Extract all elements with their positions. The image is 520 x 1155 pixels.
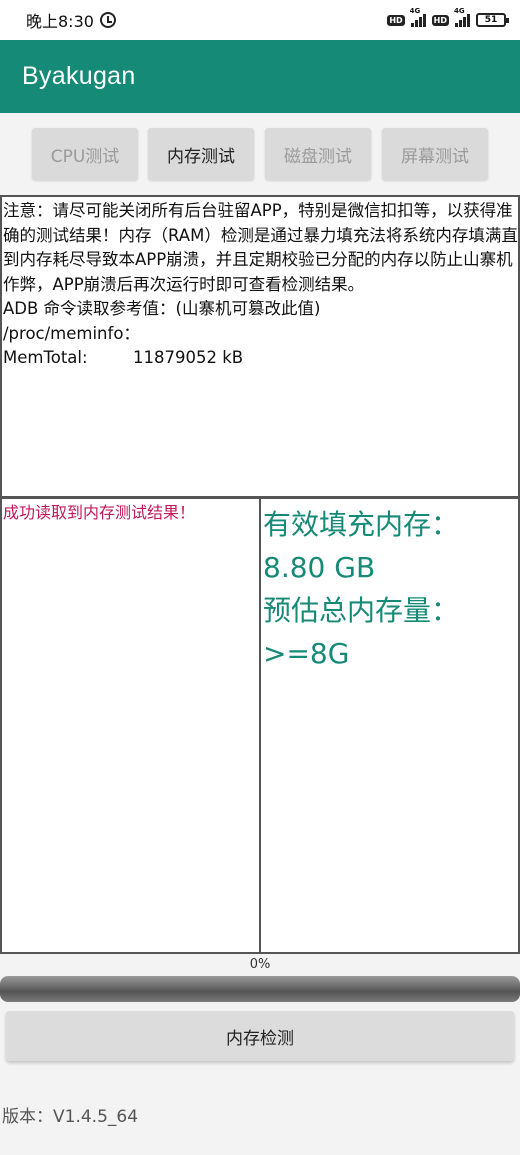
status-icons: HD 4G HD 4G 51 — [387, 7, 509, 27]
mem-total-row: MemTotal: 11879052 kB — [3, 346, 518, 371]
app-title: Byakugan — [22, 62, 136, 90]
mem-total-key: MemTotal: — [3, 348, 88, 367]
fill-memory-label: 有效填充内存： — [263, 508, 460, 541]
memory-detect-button[interactable]: 内存检测 — [6, 1011, 514, 1061]
status-bar: 晚上8:30 HD 4G HD 4G 51 — [0, 0, 520, 40]
test-tabs: CPU测试 内存测试 磁盘测试 屏幕测试 — [0, 128, 520, 180]
tab-disk-test[interactable]: 磁盘测试 — [265, 128, 371, 180]
app-bar: Byakugan — [0, 40, 520, 113]
network-type-2: 4G — [454, 7, 465, 15]
meminfo-path: /proc/meminfo： — [3, 323, 140, 343]
status-time: 晚上8:30 — [26, 12, 94, 31]
fill-memory-value: 8.80 GB — [263, 551, 376, 584]
result-success-message: 成功读取到内存测试结果！ — [3, 503, 196, 522]
tab-screen-test[interactable]: 屏幕测试 — [382, 128, 488, 180]
alarm-icon — [99, 12, 116, 28]
hd-badge-1: HD — [387, 14, 405, 26]
total-memory-value: >=8G — [263, 637, 350, 670]
signal-icon-2: 4G — [454, 7, 470, 27]
battery-icon: 51 — [476, 13, 509, 27]
mem-total-value: 11879052 kB — [133, 348, 244, 367]
tab-memory-test[interactable]: 内存测试 — [148, 128, 254, 180]
hd-badge-2: HD — [431, 14, 449, 26]
total-memory-label: 预估总内存量： — [263, 594, 460, 627]
adb-reference-line: ADB 命令读取参考值：(山寨机可篡改此值) — [3, 299, 321, 318]
version-label: 版本：V1.4.5_64 — [2, 1107, 139, 1127]
progress-bar — [0, 976, 520, 1002]
progress-percent: 0% — [249, 957, 271, 972]
notice-text: 注意：请尽可能关闭所有后台驻留APP，特别是微信扣扣等，以获得准确的测试结果！内… — [3, 201, 518, 294]
signal-icon-1: 4G — [410, 7, 426, 27]
notice-panel: 注意：请尽可能关闭所有后台驻留APP，特别是微信扣扣等，以获得准确的测试结果！内… — [0, 195, 520, 498]
network-type-1: 4G — [409, 7, 421, 15]
result-status-panel: 成功读取到内存测试结果！ — [0, 497, 261, 954]
result-value-panel: 有效填充内存： 8.80 GB 预估总内存量： >=8G — [259, 497, 520, 954]
tab-cpu-test[interactable]: CPU测试 — [32, 128, 138, 180]
